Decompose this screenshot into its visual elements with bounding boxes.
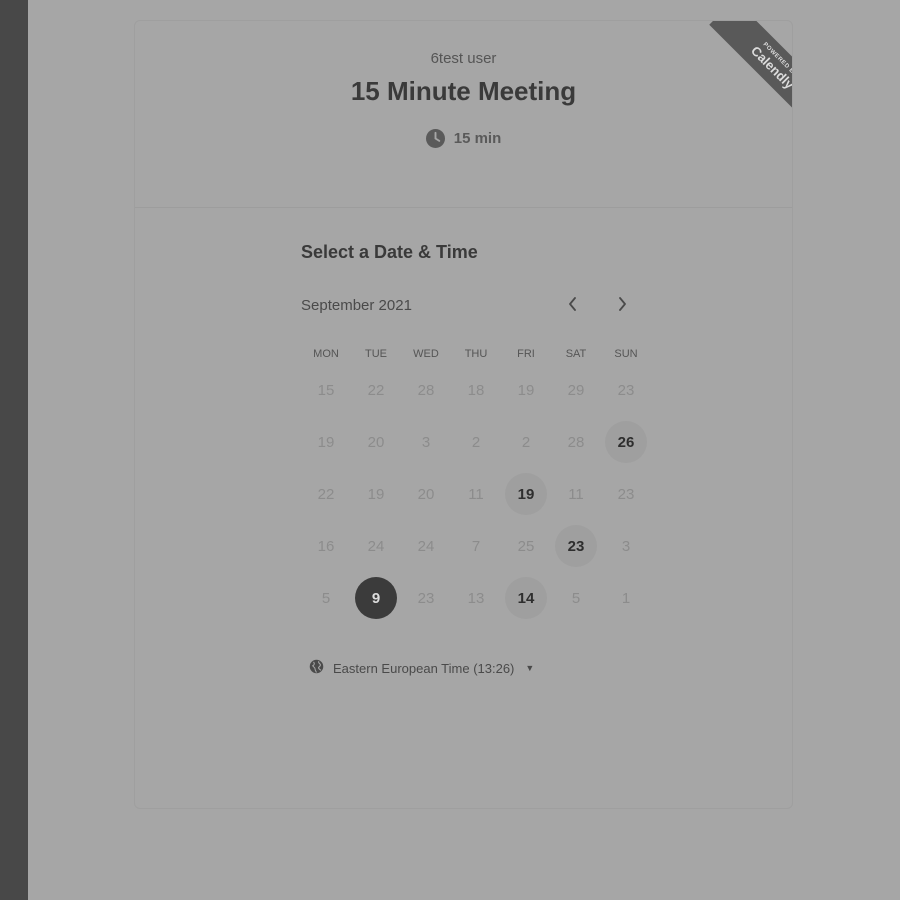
calendar-day: 13 bbox=[467, 589, 485, 607]
weekday-label: TUE bbox=[365, 348, 387, 360]
calendar-day: 7 bbox=[471, 537, 481, 555]
calendar-day: 19 bbox=[367, 485, 385, 503]
calendar-day: 22 bbox=[367, 381, 385, 399]
calendar-day: 11 bbox=[468, 485, 484, 503]
calendar-day: 24 bbox=[367, 537, 385, 555]
calendar-day-selected[interactable]: 9 bbox=[355, 577, 397, 619]
calendar-day: 18 bbox=[467, 381, 485, 399]
left-panel-edge bbox=[0, 0, 28, 900]
weekday-label: THU bbox=[464, 348, 488, 360]
previous-month-button[interactable] bbox=[560, 293, 586, 319]
calendar-day: 3 bbox=[621, 537, 631, 555]
weekday-label: SAT bbox=[565, 348, 587, 360]
calendar-day: 2 bbox=[471, 433, 481, 451]
calendar-day: 23 bbox=[617, 485, 635, 503]
caret-down-icon: ▼ bbox=[525, 663, 535, 673]
calendar-day: 28 bbox=[567, 433, 585, 451]
chevron-right-icon bbox=[616, 296, 628, 316]
calendar-day: 19 bbox=[317, 433, 335, 451]
chevron-left-icon bbox=[567, 296, 579, 316]
calendar-day-available[interactable]: 14 bbox=[505, 577, 547, 619]
globe-icon bbox=[309, 659, 324, 677]
calendar-day: 25 bbox=[517, 537, 535, 555]
calendar-day: 23 bbox=[617, 381, 635, 399]
calendar-day: 1 bbox=[621, 589, 631, 607]
calendar-day: 2 bbox=[521, 433, 531, 451]
calendar-day: 15 bbox=[317, 381, 335, 399]
calendar-day: 24 bbox=[417, 537, 435, 555]
weekday-label: FRI bbox=[517, 348, 535, 360]
calendar-day-available[interactable]: 26 bbox=[605, 421, 647, 463]
calendar-day: 28 bbox=[417, 381, 435, 399]
weekday-label: SUN bbox=[614, 348, 638, 360]
timezone-selector[interactable]: Eastern European Time (13:26) ▼ bbox=[309, 659, 534, 677]
calendar-day: 5 bbox=[321, 589, 331, 607]
calendar-day-available[interactable]: 23 bbox=[555, 525, 597, 567]
powered-by-badge[interactable]: POWERED BY Calendly bbox=[682, 21, 792, 131]
clock-icon bbox=[425, 129, 445, 148]
booking-card: 6test user 15 Minute Meeting 15 min POWE… bbox=[134, 20, 793, 809]
calendar-day-available[interactable]: 19 bbox=[505, 473, 547, 515]
calendar-day: 16 bbox=[317, 537, 335, 555]
calendar-day: 23 bbox=[417, 589, 435, 607]
weekday-label: WED bbox=[413, 348, 439, 360]
event-duration: 15 min bbox=[135, 129, 792, 148]
calendar-day: 3 bbox=[421, 433, 431, 451]
calendar-day: 22 bbox=[317, 485, 335, 503]
next-month-button[interactable] bbox=[609, 293, 635, 319]
event-duration-label: 15 min bbox=[453, 130, 502, 147]
section-title: Select a Date & Time bbox=[301, 242, 478, 262]
calendar-day: 19 bbox=[517, 381, 535, 399]
calendar-day: 20 bbox=[367, 433, 385, 451]
weekday-label: MON bbox=[313, 348, 339, 360]
calendar-day: 5 bbox=[571, 589, 581, 607]
calendar-day: 20 bbox=[417, 485, 435, 503]
calendar-day: 11 bbox=[568, 485, 584, 503]
calendar-day: 29 bbox=[567, 381, 585, 399]
timezone-label: Eastern European Time (13:26) bbox=[333, 660, 515, 676]
powered-by-ribbon[interactable]: POWERED BY Calendly bbox=[709, 21, 792, 131]
month-label: September 2021 bbox=[301, 297, 412, 314]
